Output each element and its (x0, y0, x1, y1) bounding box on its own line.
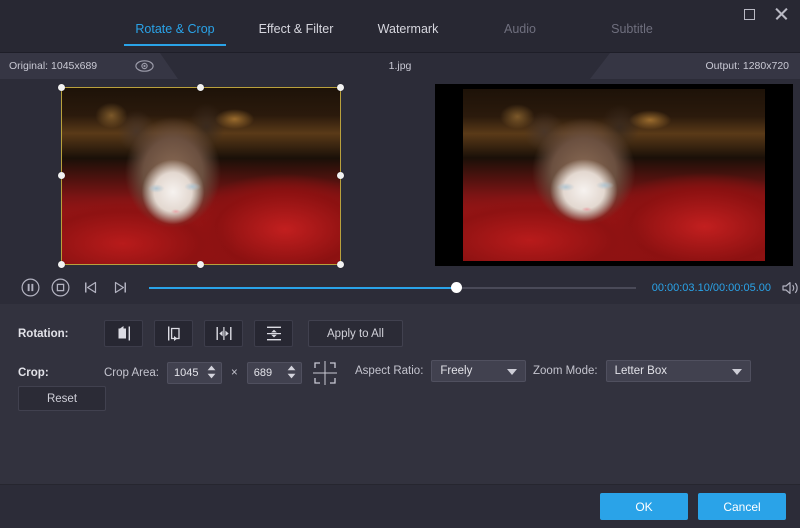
apply-to-all-button[interactable]: Apply to All (308, 320, 403, 347)
rotate-right-button[interactable] (154, 320, 193, 347)
rotation-row: Rotation: (18, 320, 403, 347)
aspect-ratio-select[interactable]: Freely (431, 360, 526, 382)
crop-height-arrows[interactable] (287, 365, 296, 379)
tab-bar: Rotate & Crop Effect & Filter Watermark … (110, 22, 688, 46)
crop-area-label: Crop Area: (104, 367, 159, 379)
crop-width-input[interactable] (168, 363, 204, 383)
maximize-icon (744, 9, 755, 20)
window-controls (738, 4, 792, 24)
close-icon (774, 7, 788, 21)
dialog-footer: OK Cancel (0, 484, 800, 528)
zoom-mode-select[interactable]: Letter Box (606, 360, 751, 382)
reset-button[interactable]: Reset (18, 386, 106, 411)
flip-vertical-icon (265, 325, 283, 342)
rotation-label: Rotation: (18, 328, 104, 340)
preview-info-bar: 1.jpg Original: 1045x689 Output: 1280x72… (0, 53, 800, 79)
volume-button[interactable] (781, 280, 800, 296)
seek-bar[interactable] (149, 281, 635, 295)
close-button[interactable] (770, 4, 792, 24)
zoom-mode-row: Zoom Mode: Letter Box (533, 360, 751, 382)
next-frame-icon (112, 279, 129, 296)
chevron-up-icon (287, 365, 296, 371)
crop-height-stepper[interactable] (247, 362, 302, 384)
dimension-separator: × (231, 367, 238, 379)
zoom-mode-label: Zoom Mode: (533, 365, 598, 377)
crop-label: Crop: (18, 367, 104, 379)
reset-row: Reset (18, 386, 106, 411)
rotate-left-icon (115, 325, 133, 342)
tab-effect-filter[interactable]: Effect & Filter (240, 22, 352, 46)
tab-subtitle-label: Subtitle (611, 22, 653, 36)
zoom-mode-value: Letter Box (607, 365, 667, 377)
output-image (463, 89, 765, 261)
crop-marker-icon (312, 360, 338, 386)
tab-subtitle[interactable]: Subtitle (576, 22, 688, 46)
preview-toggle-button[interactable] (133, 58, 155, 74)
tab-rotate-crop[interactable]: Rotate & Crop (110, 22, 240, 46)
tab-watermark-label: Watermark (378, 22, 439, 36)
crop-width-arrows[interactable] (207, 365, 216, 379)
previous-frame-icon (82, 279, 99, 296)
tab-audio[interactable]: Audio (464, 22, 576, 46)
flip-vertical-button[interactable] (254, 320, 293, 347)
controls-panel: Rotation: (0, 304, 800, 484)
maximize-button[interactable] (738, 4, 760, 24)
pause-icon (21, 278, 40, 297)
seek-handle[interactable] (451, 282, 462, 293)
rotate-left-button[interactable] (104, 320, 143, 347)
apply-to-all-label: Apply to All (327, 328, 384, 340)
timecode-display: 00:00:03.10/00:00:05.00 (652, 282, 771, 294)
stop-icon (51, 278, 70, 297)
flip-horizontal-icon (215, 325, 233, 342)
player-bar: 00:00:03.10/00:00:05.00 (0, 271, 800, 304)
chevron-down-icon (207, 373, 216, 379)
video-editor-window: Rotate & Crop Effect & Filter Watermark … (0, 0, 800, 528)
seek-fill (149, 287, 455, 289)
chevron-up-icon (207, 365, 216, 371)
chevron-down-icon (507, 369, 517, 375)
preview-area (0, 79, 800, 271)
ok-button[interactable]: OK (600, 493, 688, 520)
tab-rotate-crop-label: Rotate & Crop (135, 22, 214, 36)
flip-horizontal-button[interactable] (204, 320, 243, 347)
output-letterbox-frame (435, 84, 793, 266)
output-size-label: Output: 1280x720 (706, 60, 789, 72)
reset-label: Reset (47, 393, 77, 405)
crop-width-stepper[interactable] (167, 362, 222, 384)
tab-audio-label: Audio (504, 22, 536, 36)
chevron-down-icon (287, 373, 296, 379)
tab-watermark[interactable]: Watermark (352, 22, 464, 46)
original-size-label: Original: 1045x689 (9, 60, 97, 72)
crop-marker-button[interactable] (312, 360, 338, 386)
chevron-down-icon (732, 369, 742, 375)
pause-button[interactable] (18, 275, 44, 301)
output-size-tag: Output: 1280x720 (590, 53, 800, 79)
aspect-ratio-row: Aspect Ratio: Freely (355, 360, 526, 382)
aspect-ratio-value: Freely (432, 365, 472, 377)
crop-row: Crop: Crop Area: × (18, 360, 338, 386)
next-frame-button[interactable] (107, 275, 133, 301)
source-image (61, 87, 341, 265)
crop-height-input[interactable] (248, 363, 284, 383)
rotate-right-icon (165, 325, 183, 342)
tab-effect-filter-label: Effect & Filter (259, 22, 334, 36)
volume-icon (781, 280, 800, 296)
source-preview-pane (0, 79, 427, 271)
eye-icon (135, 60, 154, 72)
stop-button[interactable] (48, 275, 74, 301)
output-preview-pane (427, 79, 800, 271)
cancel-button[interactable]: Cancel (698, 493, 786, 520)
aspect-ratio-label: Aspect Ratio: (355, 365, 423, 377)
title-bar: Rotate & Crop Effect & Filter Watermark … (0, 0, 800, 53)
previous-frame-button[interactable] (78, 275, 104, 301)
